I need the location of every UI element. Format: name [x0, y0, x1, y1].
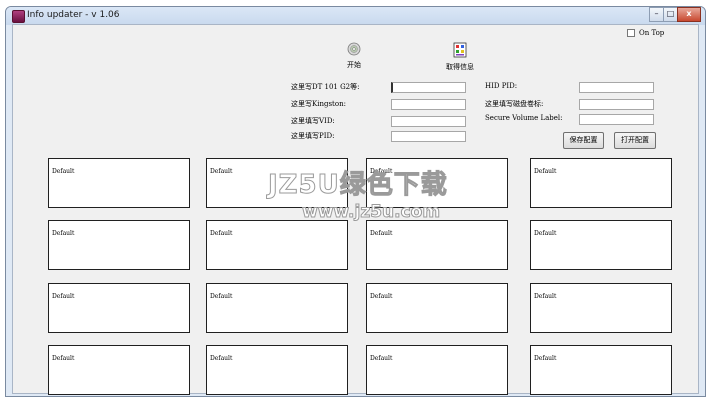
slot-text: Default — [534, 168, 557, 175]
title-bar[interactable]: Info updater - v 1.06 – □ x — [6, 7, 705, 25]
save-config-button[interactable]: 保存配置 — [563, 132, 604, 149]
hid-pid-input[interactable] — [579, 82, 654, 93]
slot-box[interactable]: Default — [48, 345, 190, 395]
slot-text: Default — [52, 230, 75, 237]
vid-label: 这里填写VID: — [291, 117, 335, 125]
volume-label-input[interactable] — [579, 99, 654, 110]
slot-text: Default — [534, 293, 557, 300]
slot-box[interactable]: Default — [530, 283, 672, 333]
disc-icon — [347, 42, 361, 58]
document-colors-icon — [446, 42, 474, 60]
slot-text: Default — [52, 168, 75, 175]
client-area: On Top 开始 取得信息 这里写DT 101 G2等: 这里写Kingsto… — [12, 24, 699, 395]
maximize-button[interactable]: □ — [663, 7, 678, 22]
slot-box[interactable]: Default — [48, 283, 190, 333]
on-top-option[interactable]: On Top — [627, 29, 664, 37]
slot-box[interactable]: Default — [48, 220, 190, 270]
slot-text: Default — [370, 168, 393, 175]
slot-box[interactable]: Default — [206, 283, 348, 333]
slot-text: Default — [52, 293, 75, 300]
slot-text: Default — [210, 230, 233, 237]
vendor-input[interactable] — [391, 99, 466, 110]
fetch-info-label: 取得信息 — [446, 63, 474, 71]
slot-box[interactable]: Default — [206, 220, 348, 270]
on-top-checkbox[interactable] — [627, 29, 635, 37]
slot-text: Default — [210, 355, 233, 362]
open-config-button[interactable]: 打开配置 — [614, 132, 656, 149]
slot-text: Default — [534, 355, 557, 362]
model-input[interactable] — [391, 82, 466, 93]
minimize-button[interactable]: – — [649, 7, 664, 22]
slot-box[interactable]: Default — [206, 158, 348, 208]
window-title: Info updater - v 1.06 — [27, 10, 120, 20]
slot-text: Default — [370, 293, 393, 300]
slot-box[interactable]: Default — [530, 345, 672, 395]
model-label: 这里写DT 101 G2等: — [291, 83, 360, 91]
slot-text: Default — [370, 355, 393, 362]
start-button[interactable]: 开始 — [347, 42, 361, 70]
slot-box[interactable]: Default — [530, 220, 672, 270]
slot-box[interactable]: Default — [366, 158, 508, 208]
slot-box[interactable]: Default — [366, 345, 508, 395]
slot-box[interactable]: Default — [206, 345, 348, 395]
slot-text: Default — [370, 230, 393, 237]
window-controls: – □ x — [649, 7, 701, 22]
on-top-label: On Top — [639, 29, 665, 37]
start-label: 开始 — [347, 61, 361, 69]
slot-text: Default — [534, 230, 557, 237]
volume-label-label: 这里填写磁盘卷标: — [485, 100, 544, 108]
hid-pid-label: HID PID: — [485, 82, 518, 90]
app-icon — [12, 10, 25, 23]
vid-input[interactable] — [391, 116, 466, 127]
secure-volume-label-input[interactable] — [579, 114, 654, 125]
slot-text: Default — [210, 293, 233, 300]
pid-input[interactable] — [391, 131, 466, 142]
slot-box[interactable]: Default — [530, 158, 672, 208]
vendor-label: 这里写Kingston: — [291, 100, 346, 108]
slot-text: Default — [52, 355, 75, 362]
app-window: Info updater - v 1.06 – □ x On Top 开始 取得… — [5, 6, 706, 397]
close-button[interactable]: x — [677, 7, 701, 22]
secure-volume-label-label: Secure Volume Label: — [485, 114, 563, 122]
slot-box[interactable]: Default — [366, 283, 508, 333]
slot-box[interactable]: Default — [48, 158, 190, 208]
slot-text: Default — [210, 168, 233, 175]
pid-label: 这里填写PID: — [291, 132, 335, 140]
fetch-info-button[interactable]: 取得信息 — [446, 42, 474, 72]
slot-box[interactable]: Default — [366, 220, 508, 270]
